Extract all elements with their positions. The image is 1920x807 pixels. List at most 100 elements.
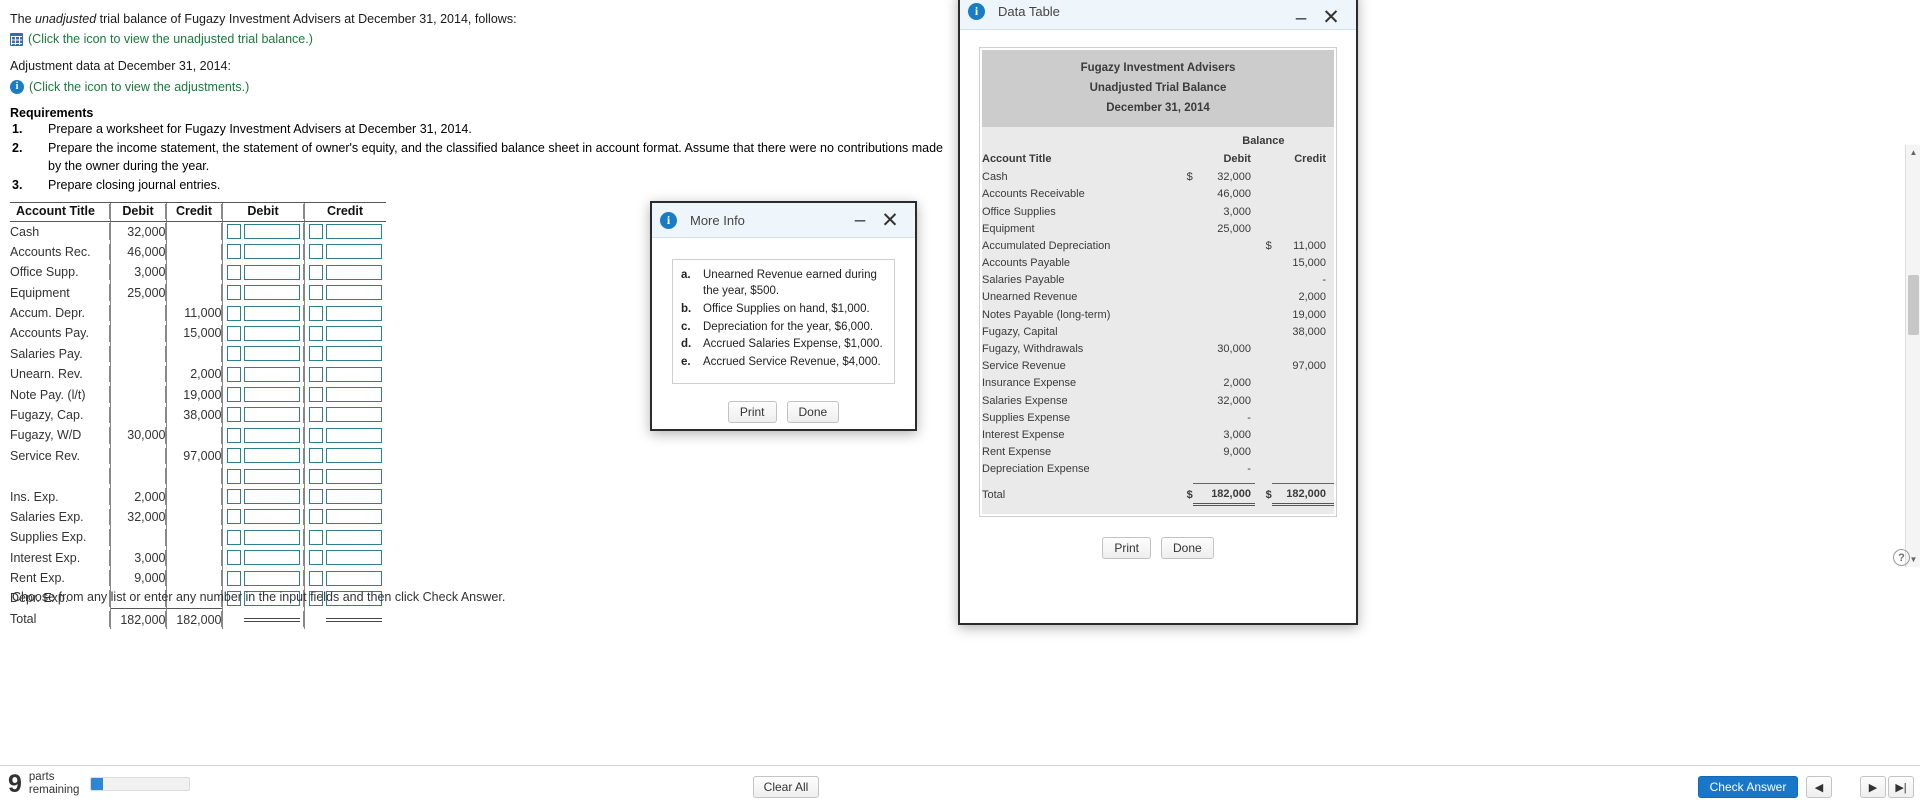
amount-input[interactable]	[243, 387, 300, 403]
amount-input[interactable]	[325, 550, 382, 566]
row-adjust-credit-cell[interactable]	[303, 547, 386, 568]
row-adjust-debit-cell[interactable]	[221, 486, 304, 507]
row-adjust-credit-cell[interactable]	[303, 323, 386, 344]
account-select-box[interactable]	[226, 529, 241, 545]
row-adjust-credit-cell[interactable]	[303, 506, 386, 528]
done-button[interactable]: Done	[786, 401, 840, 424]
account-select-box[interactable]	[308, 509, 323, 525]
amount-input[interactable]	[325, 387, 382, 403]
row-adjust-credit-cell[interactable]	[303, 384, 386, 405]
amount-input[interactable]	[325, 509, 382, 525]
account-select-box[interactable]	[226, 244, 241, 260]
print-button[interactable]: Print	[1102, 536, 1151, 559]
account-select-box[interactable]	[308, 529, 323, 545]
account-select-box[interactable]	[308, 264, 323, 280]
row-adjust-credit-cell[interactable]	[303, 282, 386, 303]
amount-input[interactable]	[243, 468, 300, 484]
row-adjust-debit-cell[interactable]	[221, 425, 304, 446]
amount-input[interactable]	[325, 325, 382, 341]
next-button[interactable]: ▶	[1860, 776, 1886, 798]
account-select-box[interactable]	[308, 346, 323, 362]
account-select-box[interactable]	[308, 244, 323, 260]
row-adjust-debit-cell[interactable]	[221, 282, 304, 303]
account-select-box[interactable]	[308, 285, 323, 301]
row-adjust-debit-cell[interactable]	[221, 221, 304, 242]
amount-input[interactable]	[243, 407, 300, 423]
account-select-box[interactable]	[226, 407, 241, 423]
amount-input[interactable]	[243, 448, 300, 464]
amount-input[interactable]	[325, 468, 382, 484]
amount-input[interactable]	[325, 244, 382, 260]
amount-input[interactable]	[243, 346, 300, 362]
adjustments-link-row[interactable]: i (Click the icon to view the adjustment…	[10, 79, 958, 94]
minimize-icon[interactable]: –	[1290, 0, 1312, 37]
amount-input[interactable]	[243, 264, 300, 280]
row-adjust-credit-cell[interactable]	[303, 425, 386, 446]
account-select-box[interactable]	[308, 550, 323, 566]
amount-input[interactable]	[243, 509, 300, 525]
row-adjust-credit-cell[interactable]	[303, 527, 386, 548]
account-select-box[interactable]	[226, 264, 241, 280]
row-adjust-credit-cell[interactable]	[303, 343, 386, 364]
account-select-box[interactable]	[308, 448, 323, 464]
table-grid-icon[interactable]	[10, 32, 23, 46]
row-adjust-debit-cell[interactable]	[221, 445, 304, 466]
trial-balance-link-label[interactable]: (Click the icon to view the unadjusted t…	[28, 32, 313, 46]
amount-input[interactable]	[325, 264, 382, 280]
account-select-box[interactable]	[308, 489, 323, 505]
amount-input[interactable]	[243, 285, 300, 301]
account-select-box[interactable]	[226, 448, 241, 464]
row-adjust-credit-cell[interactable]	[303, 363, 386, 385]
scrollbar-thumb[interactable]	[1908, 275, 1919, 335]
account-select-box[interactable]	[308, 570, 323, 586]
row-adjust-debit-cell[interactable]	[221, 547, 304, 568]
row-adjust-debit-cell[interactable]	[221, 465, 304, 487]
account-select-box[interactable]	[226, 570, 241, 586]
amount-input[interactable]	[243, 224, 300, 240]
account-select-box[interactable]	[226, 550, 241, 566]
info-circle-icon[interactable]: i	[10, 79, 24, 94]
help-button[interactable]: ?	[1893, 549, 1910, 566]
amount-input[interactable]	[243, 325, 300, 341]
row-adjust-credit-cell[interactable]	[303, 567, 386, 589]
amount-input[interactable]	[325, 366, 382, 382]
amount-input[interactable]	[325, 489, 382, 505]
row-adjust-credit-cell[interactable]	[303, 241, 386, 263]
amount-input[interactable]	[243, 570, 300, 586]
row-adjust-debit-cell[interactable]	[221, 343, 304, 364]
account-select-box[interactable]	[308, 407, 323, 423]
amount-input[interactable]	[243, 244, 300, 260]
account-select-box[interactable]	[308, 387, 323, 403]
account-select-box[interactable]	[226, 489, 241, 505]
minimize-icon[interactable]: –	[849, 203, 871, 238]
account-select-box[interactable]	[226, 346, 241, 362]
account-select-box[interactable]	[308, 325, 323, 341]
row-adjust-credit-cell[interactable]	[303, 262, 386, 283]
account-select-box[interactable]	[226, 468, 241, 484]
amount-input[interactable]	[325, 346, 382, 362]
account-select-box[interactable]	[226, 224, 241, 240]
close-icon[interactable]: ✕	[879, 203, 901, 238]
row-adjust-debit-cell[interactable]	[221, 363, 304, 385]
row-adjust-debit-cell[interactable]	[221, 567, 304, 589]
row-adjust-credit-cell[interactable]	[303, 221, 386, 242]
row-adjust-debit-cell[interactable]	[221, 302, 304, 324]
amount-input[interactable]	[243, 489, 300, 505]
row-adjust-debit-cell[interactable]	[221, 384, 304, 405]
amount-input[interactable]	[325, 448, 382, 464]
account-select-box[interactable]	[226, 285, 241, 301]
last-button[interactable]: ▶|	[1888, 776, 1914, 798]
row-adjust-debit-cell[interactable]	[221, 262, 304, 283]
row-adjust-credit-cell[interactable]	[303, 404, 386, 426]
close-icon[interactable]: ✕	[1320, 0, 1342, 36]
row-adjust-credit-cell[interactable]	[303, 445, 386, 466]
account-select-box[interactable]	[226, 509, 241, 525]
amount-input[interactable]	[325, 427, 382, 443]
check-answer-button[interactable]: Check Answer	[1698, 776, 1798, 798]
clear-all-button[interactable]: Clear All	[753, 776, 819, 798]
row-adjust-credit-cell[interactable]	[303, 465, 386, 487]
vertical-scrollbar[interactable]: ▲ ▼	[1905, 145, 1920, 567]
account-select-box[interactable]	[308, 224, 323, 240]
adjustments-link-label[interactable]: (Click the icon to view the adjustments.…	[29, 80, 249, 94]
row-adjust-debit-cell[interactable]	[221, 323, 304, 344]
